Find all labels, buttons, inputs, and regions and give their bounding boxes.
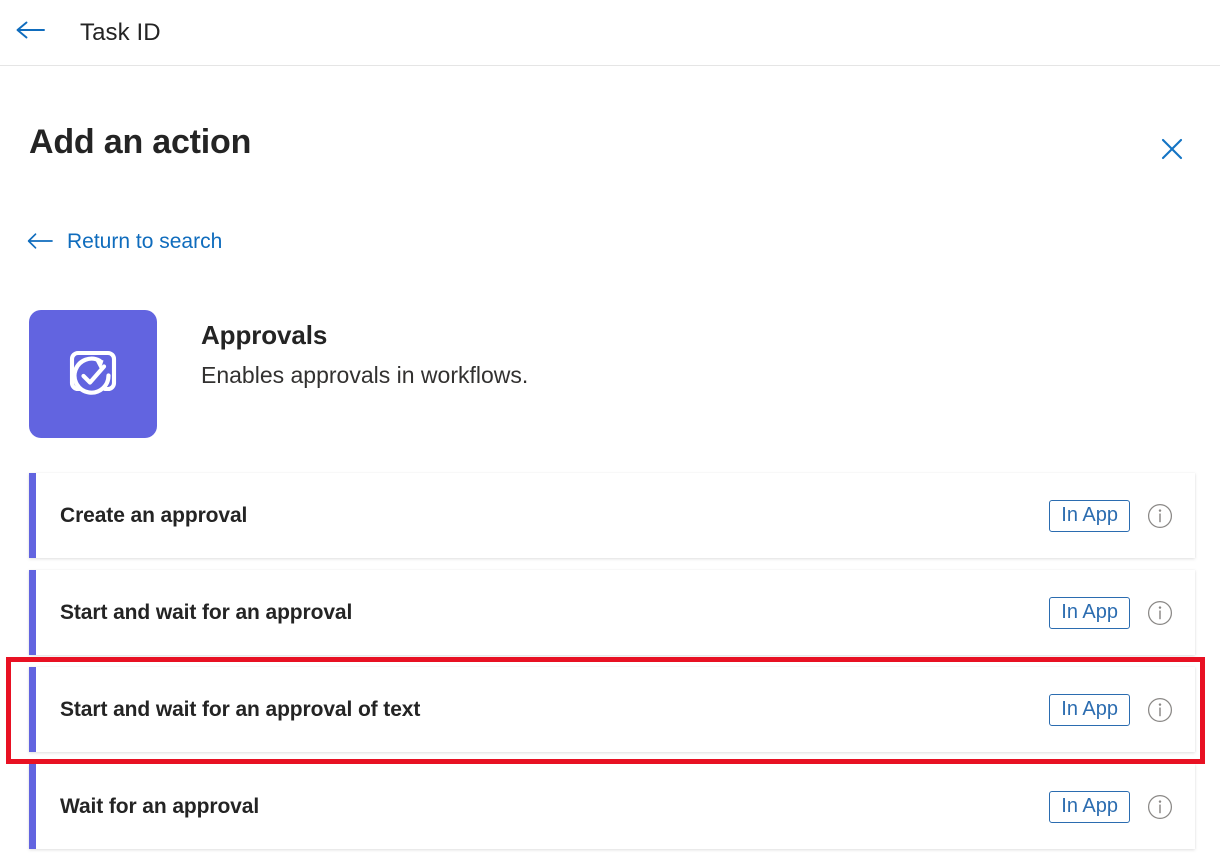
status-badge: In App bbox=[1049, 596, 1130, 629]
action-label: Create an approval bbox=[60, 504, 248, 527]
row-accent-bar bbox=[29, 764, 36, 849]
row-accent-bar bbox=[29, 667, 36, 752]
return-to-search-link[interactable]: Return to search bbox=[26, 230, 222, 252]
info-icon[interactable] bbox=[1146, 793, 1174, 821]
return-to-search-label: Return to search bbox=[67, 229, 223, 253]
list-item-wrap: Create an approval In App bbox=[0, 473, 1220, 570]
back-button[interactable] bbox=[8, 11, 52, 55]
connector-description: Enables approvals in workflows. bbox=[201, 361, 529, 388]
panel-title: Add an action bbox=[29, 123, 252, 161]
info-icon[interactable] bbox=[1146, 599, 1174, 627]
arrow-left-icon bbox=[26, 230, 54, 252]
row-trailing-group: In App bbox=[1049, 790, 1195, 823]
list-item-wrap: Start and wait for an approval of text I… bbox=[0, 667, 1220, 764]
approvals-icon bbox=[29, 310, 157, 438]
connector-summary: Approvals Enables approvals in workflows… bbox=[29, 310, 528, 438]
status-badge: In App bbox=[1049, 499, 1130, 532]
close-icon bbox=[1158, 135, 1186, 168]
status-badge: In App bbox=[1049, 790, 1130, 823]
list-item-wrap: Wait for an approval In App bbox=[0, 764, 1220, 861]
row-trailing-group: In App bbox=[1049, 499, 1195, 532]
action-label: Wait for an approval bbox=[60, 795, 260, 818]
info-icon[interactable] bbox=[1146, 502, 1174, 530]
action-label: Start and wait for an approval of text bbox=[60, 698, 421, 721]
row-trailing-group: In App bbox=[1049, 596, 1195, 629]
action-list: Create an approval In App Start and wait… bbox=[0, 473, 1220, 861]
action-label: Start and wait for an approval bbox=[60, 601, 353, 624]
action-row-wait-for-an-approval[interactable]: Wait for an approval In App bbox=[29, 764, 1195, 849]
app-header-bar: Task ID bbox=[0, 0, 1220, 66]
arrow-left-icon bbox=[14, 18, 46, 47]
action-row-create-an-approval[interactable]: Create an approval In App bbox=[29, 473, 1195, 558]
list-item-wrap: Start and wait for an approval In App bbox=[0, 570, 1220, 667]
action-row-start-and-wait-for-an-approval-of-text[interactable]: Start and wait for an approval of text I… bbox=[29, 667, 1195, 752]
row-trailing-group: In App bbox=[1049, 693, 1195, 726]
close-button[interactable] bbox=[1150, 129, 1194, 173]
status-badge: In App bbox=[1049, 693, 1130, 726]
action-row-start-and-wait-for-an-approval[interactable]: Start and wait for an approval In App bbox=[29, 570, 1195, 655]
page-title: Task ID bbox=[80, 18, 161, 46]
connector-name: Approvals bbox=[201, 320, 328, 350]
connector-text-block: Approvals Enables approvals in workflows… bbox=[201, 310, 528, 390]
info-icon[interactable] bbox=[1146, 696, 1174, 724]
row-accent-bar bbox=[29, 570, 36, 655]
row-accent-bar bbox=[29, 473, 36, 558]
add-action-panel: Add an action Return to search Approvals… bbox=[0, 67, 1220, 865]
